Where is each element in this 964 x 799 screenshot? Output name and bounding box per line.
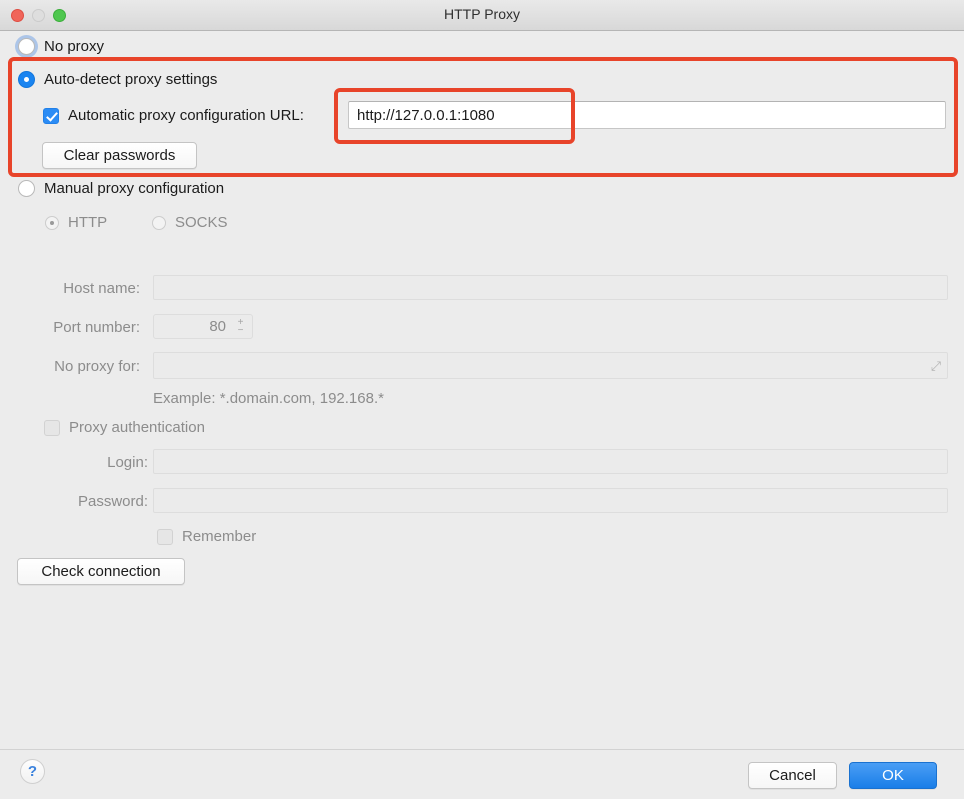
- manual-proxy-label: Manual proxy configuration: [44, 180, 225, 197]
- proxy-authentication-label: Proxy authentication: [69, 419, 205, 436]
- login-label: Login:: [107, 454, 148, 471]
- expand-icon[interactable]: ⤢: [931, 359, 941, 372]
- automatic-proxy-config-url-label: Automatic proxy configuration URL:: [68, 107, 304, 124]
- check-connection-button[interactable]: Check connection: [17, 558, 185, 585]
- remember-checkbox-icon[interactable]: [157, 528, 173, 545]
- help-button[interactable]: ?: [20, 759, 45, 784]
- checkbox-proxy-authentication[interactable]: Proxy authentication: [44, 419, 205, 436]
- password-label: Password:: [77, 493, 148, 510]
- no-proxy-label: No proxy: [44, 38, 105, 55]
- password-input[interactable]: [153, 488, 948, 513]
- host-name-label: Host name:: [63, 280, 140, 297]
- checkbox-automatic-proxy-config-url[interactable]: Automatic proxy configuration URL:: [43, 107, 304, 124]
- port-number-arrows-icon[interactable]: + −: [232, 317, 252, 335]
- proxy-config-url-input[interactable]: http://127.0.0.1:1080: [348, 101, 946, 129]
- ok-button[interactable]: OK: [849, 762, 937, 789]
- login-input[interactable]: [153, 449, 948, 474]
- http-proxy-dialog: HTTP Proxy No proxy Auto-detect proxy se…: [0, 0, 964, 799]
- radio-protocol-socks[interactable]: SOCKS: [152, 214, 228, 231]
- no-proxy-for-label: No proxy for:: [54, 358, 140, 375]
- radio-protocol-http[interactable]: HTTP: [45, 214, 107, 231]
- radio-no-proxy[interactable]: No proxy: [18, 38, 104, 55]
- http-radio-icon[interactable]: [45, 215, 59, 230]
- socks-label: SOCKS: [175, 214, 228, 231]
- title-bar: HTTP Proxy: [0, 0, 964, 31]
- host-name-input[interactable]: [153, 275, 948, 300]
- proxy-authentication-checkbox-icon[interactable]: [44, 419, 60, 436]
- auto-detect-label: Auto-detect proxy settings: [44, 71, 218, 88]
- http-label: HTTP: [68, 214, 108, 231]
- port-number-value: 80: [209, 318, 226, 335]
- radio-auto-detect[interactable]: Auto-detect proxy settings: [18, 71, 217, 88]
- window-title: HTTP Proxy: [444, 6, 520, 22]
- port-decrement-icon[interactable]: −: [238, 325, 244, 335]
- no-proxy-for-input[interactable]: ⤢: [153, 352, 948, 379]
- no-proxy-radio-icon[interactable]: [18, 38, 35, 55]
- auto-detect-radio-icon[interactable]: [18, 71, 35, 88]
- socks-radio-icon[interactable]: [152, 215, 166, 230]
- automatic-proxy-config-url-checkbox-icon[interactable]: [43, 107, 59, 124]
- clear-passwords-button[interactable]: Clear passwords: [42, 142, 197, 169]
- remember-label: Remember: [182, 528, 257, 545]
- dialog-footer: ? Cancel OK: [0, 749, 964, 799]
- cancel-button[interactable]: Cancel: [748, 762, 837, 789]
- port-number-label: Port number:: [53, 319, 140, 336]
- radio-manual-proxy-configuration[interactable]: Manual proxy configuration: [18, 180, 224, 197]
- checkbox-remember[interactable]: Remember: [157, 528, 256, 545]
- example-hint: Example: *.domain.com, 192.168.*: [153, 390, 384, 407]
- manual-proxy-radio-icon[interactable]: [18, 180, 35, 197]
- port-number-stepper[interactable]: 80 + −: [153, 314, 253, 339]
- dialog-body: No proxy Auto-detect proxy settings Auto…: [0, 31, 964, 749]
